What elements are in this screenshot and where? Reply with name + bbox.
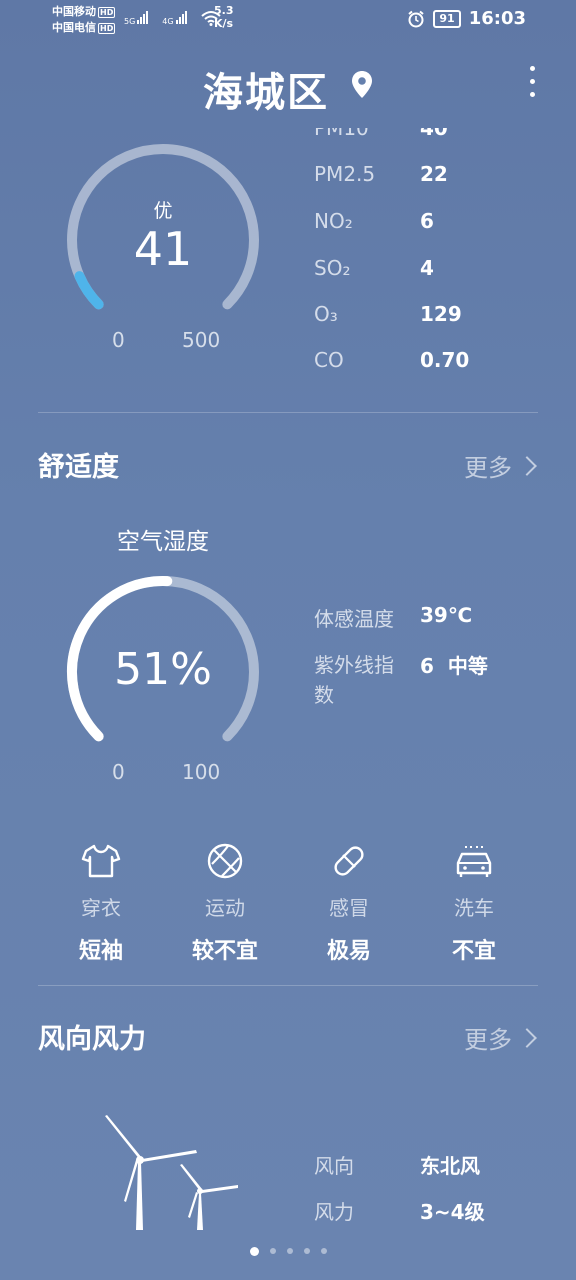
status-right: 91 16:03	[407, 8, 526, 29]
comfort-title: 舒适度	[38, 452, 119, 483]
pollutant-name: PM2.5	[314, 162, 376, 186]
humidity-value: 51%	[114, 644, 212, 695]
wind-title: 风向风力	[38, 1024, 146, 1055]
location-pin-icon	[351, 71, 372, 98]
life-label: 感冒	[329, 896, 369, 920]
ball-icon	[207, 843, 243, 879]
humidity-max: 100	[182, 760, 221, 784]
signal-indicators: 5G 4G	[124, 10, 221, 26]
page-dot	[286, 1248, 293, 1254]
carrier-1: 中国移动	[52, 5, 96, 18]
pollutant-value: 0.70	[420, 348, 470, 372]
feels-like-label: 体感温度	[314, 607, 394, 631]
pollutant-list: PM10 40 PM2.5 22 NO₂ 6 SO₂ 4 O₃ 129 CO 0…	[0, 128, 576, 386]
life-label: 洗车	[454, 896, 494, 920]
shirt-icon	[81, 844, 121, 878]
life-label: 运动	[205, 896, 245, 920]
city-name: 海城区	[203, 70, 330, 116]
alarm-icon	[408, 10, 425, 27]
pollutant-value: 22	[420, 162, 448, 186]
battery-icon: 91	[433, 9, 461, 28]
signal-4g-icon: 4G	[162, 10, 187, 26]
wind-force-value: 3~4级	[420, 1200, 485, 1224]
signal-5g-icon: 5G	[124, 10, 149, 26]
life-item-carwash[interactable]: 洗车 不宜	[414, 838, 534, 965]
page-dot	[269, 1248, 276, 1254]
humidity-min: 0	[112, 760, 125, 784]
pollutant-name: NO₂	[314, 209, 353, 233]
car-icon	[456, 846, 492, 877]
chevron-right-icon	[517, 455, 537, 476]
pollutant-name: SO₂	[314, 256, 351, 280]
pollutant-name: CO	[314, 348, 344, 372]
humidity-label: 空气湿度	[117, 529, 209, 555]
life-value: 短袖	[78, 939, 123, 964]
pill-icon	[334, 846, 364, 876]
wind-turbine-icon	[105, 1115, 238, 1230]
feels-like-value: 39℃	[420, 603, 473, 627]
carrier-2: 中国电信	[52, 21, 96, 34]
divider	[38, 985, 538, 986]
city-title[interactable]: 海城区	[0, 60, 576, 118]
pollutant-value: 129	[420, 302, 462, 326]
more-label: 更多	[464, 454, 512, 482]
hd-badge-2: HD	[98, 22, 116, 34]
page-dot	[320, 1248, 327, 1254]
life-value: 较不宜	[191, 939, 258, 964]
page-dot	[303, 1248, 310, 1254]
clock: 16:03	[468, 8, 526, 29]
chevron-right-icon	[517, 1027, 537, 1048]
hd-badge: HD	[98, 6, 116, 18]
life-value: 极易	[326, 939, 371, 964]
more-menu-icon[interactable]	[530, 66, 536, 105]
pollutant-name: O₃	[314, 302, 338, 326]
page-dot	[249, 1247, 259, 1256]
life-item-cold[interactable]: 感冒 极易	[289, 838, 409, 965]
life-item-clothing[interactable]: 穿衣 短袖	[41, 838, 161, 965]
pollutant-value: 40	[420, 128, 448, 140]
uv-label: 紫外线指数	[314, 653, 394, 707]
wind-more-button[interactable]: 更多	[464, 1020, 537, 1055]
wind-force-label: 风力	[314, 1200, 354, 1224]
life-value: 不宜	[451, 939, 496, 964]
network-speed: 5.3 K/s	[214, 4, 234, 30]
pollutant-value: 4	[420, 256, 434, 280]
wind-direction-value: 东北风	[420, 1154, 480, 1178]
life-item-sport[interactable]: 运动 较不宜	[165, 838, 285, 965]
more-label: 更多	[464, 1026, 512, 1054]
page-indicator	[0, 1247, 576, 1256]
pollutant-value: 6	[420, 209, 434, 233]
pollutant-name: PM10	[314, 128, 369, 140]
comfort-more-button[interactable]: 更多	[464, 448, 537, 483]
wind-direction-label: 风向	[314, 1154, 354, 1178]
divider	[38, 412, 538, 413]
carrier-info: 中国移动 HD 中国电信 HD	[52, 4, 116, 36]
life-label: 穿衣	[81, 896, 121, 920]
uv-value: 6 中等	[420, 654, 488, 678]
